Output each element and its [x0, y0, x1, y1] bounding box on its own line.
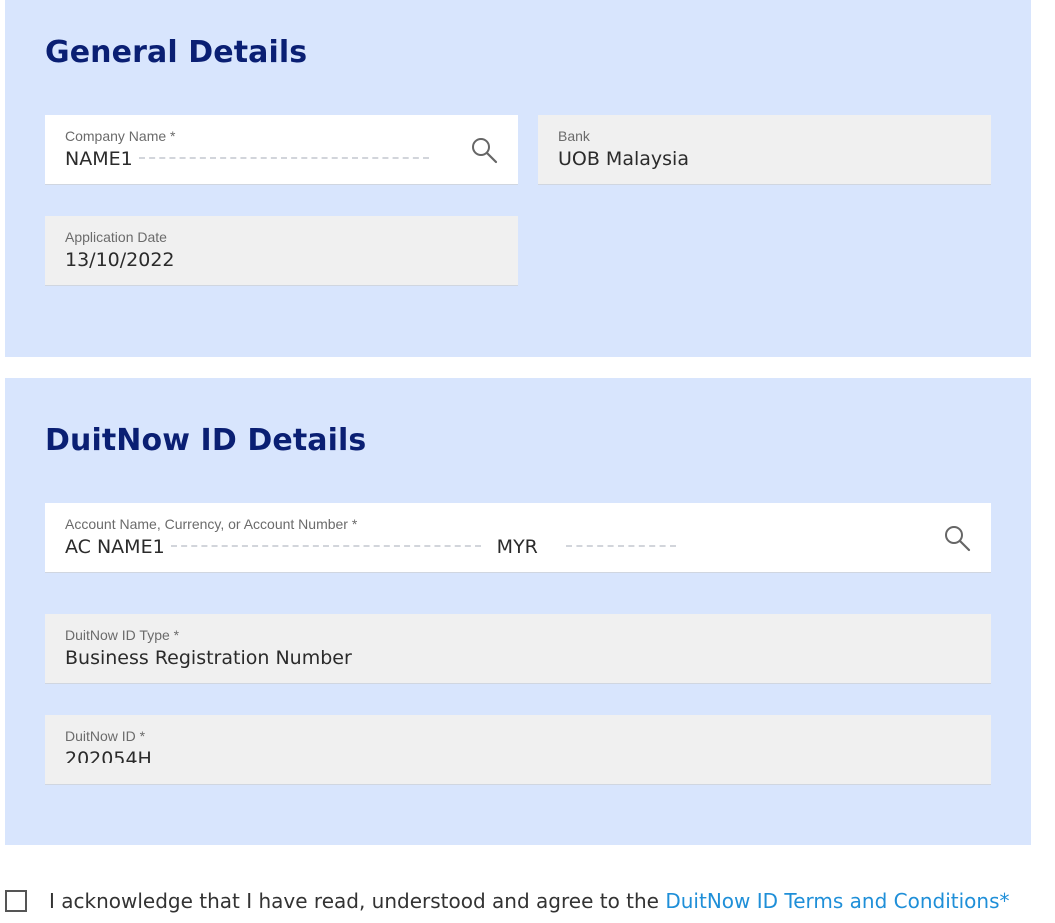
duitnow-id-type-field: DuitNow ID Type * Business Registration … — [45, 614, 991, 684]
search-icon[interactable] — [470, 136, 498, 164]
acknowledge-text: I acknowledge that I have read, understo… — [49, 889, 1010, 913]
terms-link[interactable]: DuitNow ID Terms and Conditions* — [665, 889, 1009, 913]
application-date-field: Application Date 13/10/2022 — [45, 216, 518, 286]
acknowledge-checkbox[interactable] — [5, 890, 27, 912]
account-name-text: AC NAME1 — [65, 536, 165, 558]
account-value: AC NAME1 MYR — [65, 536, 682, 558]
account-currency: MYR — [496, 536, 538, 558]
company-name-text: NAME1 — [65, 148, 133, 170]
application-date-label: Application Date — [65, 229, 167, 245]
general-details-panel: General Details Company Name * NAME1 Ban… — [5, 0, 1031, 357]
acknowledge-statement: I acknowledge that I have read, understo… — [49, 889, 666, 913]
bank-label: Bank — [558, 128, 590, 144]
company-name-value: NAME1 — [65, 148, 435, 170]
masked-text — [565, 544, 676, 551]
company-name-field[interactable]: Company Name * NAME1 — [45, 115, 518, 185]
masked-text — [138, 156, 429, 163]
search-icon[interactable] — [943, 524, 971, 552]
bank-value: UOB Malaysia — [558, 148, 689, 170]
bank-field: Bank UOB Malaysia — [538, 115, 991, 185]
duitnow-id-field: DuitNow ID * 202054H — [45, 715, 991, 785]
account-field[interactable]: Account Name, Currency, or Account Numbe… — [45, 503, 991, 573]
application-date-value: 13/10/2022 — [65, 249, 175, 271]
duitnow-id-type-label: DuitNow ID Type * — [65, 627, 180, 643]
duitnow-id-value: 202054H — [65, 748, 152, 763]
general-details-title: General Details — [45, 35, 308, 70]
account-label: Account Name, Currency, or Account Numbe… — [65, 516, 358, 532]
duitnow-id-type-value: Business Registration Number — [65, 647, 352, 669]
duitnow-id-label: DuitNow ID * — [65, 728, 146, 744]
masked-text — [170, 544, 481, 551]
company-name-label: Company Name * — [65, 128, 176, 144]
duitnow-details-panel: DuitNow ID Details Account Name, Currenc… — [5, 378, 1031, 845]
duitnow-details-title: DuitNow ID Details — [45, 423, 367, 458]
